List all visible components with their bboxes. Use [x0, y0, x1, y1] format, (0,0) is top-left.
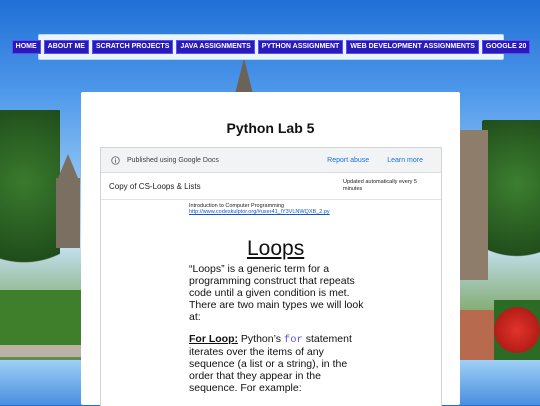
- background-tree-right: [482, 120, 540, 280]
- background-lawn: [0, 290, 82, 350]
- info-icon: [111, 155, 120, 165]
- doc-header: Copy of CS-Loops & Lists Updated automat…: [101, 173, 441, 200]
- background-tower-left: [56, 178, 80, 248]
- page-title: Python Lab 5: [226, 120, 315, 136]
- for-loop-text-a: Python’s: [240, 333, 281, 345]
- codeskulptor-link[interactable]: http://www.codeskulptor.org/#user41_lY3V…: [189, 209, 441, 215]
- learn-more-link[interactable]: Learn more: [387, 157, 423, 164]
- doc-title: Copy of CS-Loops & Lists: [109, 181, 201, 191]
- nav-scratch-projects[interactable]: SCRATCH PROJECTS: [91, 40, 174, 54]
- background-path: [0, 345, 82, 357]
- doc-body: Introduction to Computer Programming htt…: [101, 203, 441, 394]
- background-tree-left: [0, 110, 60, 290]
- background-tower-right: [460, 130, 488, 280]
- nav-python-assignment[interactable]: PYTHON ASSIGNMENT: [257, 40, 344, 54]
- nav-web-development-assignments[interactable]: WEB DEVELOPMENT ASSIGNMENTS: [346, 40, 479, 54]
- for-loop-label: For Loop:: [189, 333, 238, 345]
- nav-home[interactable]: HOME: [11, 40, 41, 54]
- nav-google-20[interactable]: GOOGLE 20: [481, 40, 531, 54]
- content-card: Python Lab 5 Published using Google Docs…: [81, 92, 460, 406]
- nav-java-assignments[interactable]: JAVA ASSIGNMENTS: [176, 40, 255, 54]
- loops-heading: Loops: [247, 237, 305, 260]
- embedded-google-doc[interactable]: Published using Google Docs Report abuse…: [100, 147, 442, 406]
- docs-publish-bar: Published using Google Docs Report abuse…: [101, 148, 441, 173]
- for-keyword: for: [283, 334, 303, 346]
- nav-about-me[interactable]: ABOUT ME: [43, 40, 89, 54]
- update-notice: Updated automatically every 5 minutes: [343, 179, 417, 192]
- background-flowers: [494, 300, 540, 360]
- top-navigation: HOME ABOUT ME SCRATCH PROJECTS JAVA ASSI…: [11, 34, 531, 60]
- loops-paragraph: “Loops” is a generic term for a programm…: [189, 263, 364, 323]
- report-abuse-link[interactable]: Report abuse: [327, 157, 369, 164]
- published-notice: Published using Google Docs: [127, 156, 219, 164]
- for-loop-paragraph: For Loop: Python’s for statement iterate…: [189, 333, 369, 394]
